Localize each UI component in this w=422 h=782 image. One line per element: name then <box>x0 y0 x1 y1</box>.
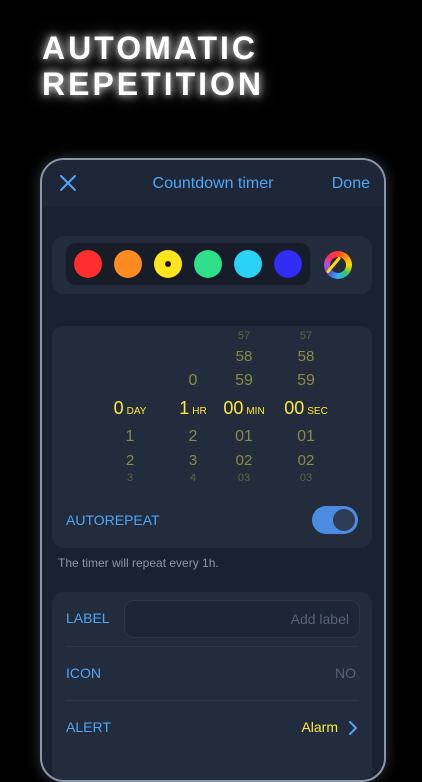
minute-unit: MIN <box>246 406 265 417</box>
icon-row-label: ICON <box>66 665 101 681</box>
app-window: Countdown timer Done 0 DAY 1 2 3 0 1HR 2… <box>40 158 386 782</box>
autorepeat-label: AUTOREPEAT <box>66 512 160 528</box>
day-unit: DAY <box>126 406 147 417</box>
day-below-2: 2 <box>125 452 135 469</box>
day-below-1: 1 <box>125 428 135 445</box>
color-swatch-cyan[interactable] <box>234 250 262 278</box>
headline-line-2: REPETITION <box>42 66 265 102</box>
second-unit: SEC <box>307 406 328 417</box>
alert-row-value[interactable]: Alarm <box>301 719 338 735</box>
hour-below-2: 3 <box>188 452 198 469</box>
minute-selected: 00 MIN <box>212 398 276 419</box>
icon-row-value[interactable]: NO <box>335 665 356 681</box>
minute-above-1: 59 <box>235 372 253 389</box>
headline: AUTOMATIC REPETITION <box>42 30 264 102</box>
autorepeat-toggle[interactable] <box>312 506 358 534</box>
minute-below-3: 03 <box>237 472 251 484</box>
color-swatch-row <box>66 243 310 285</box>
minute-value: 00 <box>223 398 244 418</box>
color-picker-card <box>52 236 372 294</box>
minute-below-2: 02 <box>235 452 253 469</box>
hour-above-1: 0 <box>188 372 198 389</box>
second-above-1: 59 <box>297 372 315 389</box>
label-input-placeholder: Add label <box>290 611 349 627</box>
divider <box>66 646 358 647</box>
color-swatch-blue[interactable] <box>274 250 302 278</box>
second-value: 00 <box>284 398 305 418</box>
done-button[interactable]: Done <box>332 175 370 193</box>
hour-below-1: 2 <box>188 428 198 445</box>
duration-picker-card: 0 DAY 1 2 3 0 1 HR 2 3 4 57 58 59 00 MIN 01… <box>52 326 372 548</box>
color-swatch-orange[interactable] <box>114 250 142 278</box>
color-swatch-red[interactable] <box>74 250 102 278</box>
day-value: 0 <box>113 398 124 418</box>
alert-row-label: ALERT <box>66 719 111 735</box>
hour-value: 1 <box>179 398 190 418</box>
color-swatch-green[interactable] <box>194 250 222 278</box>
label-row-label: LABEL <box>66 610 110 626</box>
navigation-bar: Countdown timer Done <box>42 160 384 206</box>
minute-above-3: 57 <box>237 330 251 342</box>
settings-card: LABEL Add label ICON NO ALERT Alarm <box>52 592 372 780</box>
second-below-2: 02 <box>297 452 315 469</box>
minute-below-1: 01 <box>235 428 253 445</box>
day-below-3: 3 <box>126 472 134 484</box>
hour-unit: HR <box>192 406 207 417</box>
label-input[interactable]: Add label <box>124 600 360 638</box>
second-below-1: 01 <box>297 428 315 445</box>
headline-line-1: AUTOMATIC <box>42 30 259 66</box>
second-above-2: 58 <box>297 348 315 365</box>
divider <box>66 700 358 701</box>
second-below-3: 03 <box>299 472 313 484</box>
toggle-knob <box>333 509 355 531</box>
hour-below-3: 4 <box>189 472 197 484</box>
hour-selected: 1 HR <box>168 398 218 419</box>
second-selected: 00 SEC <box>274 398 338 419</box>
color-wheel-icon[interactable] <box>324 251 352 279</box>
repeat-hint: The timer will repeat every 1h. <box>58 556 219 570</box>
chevron-right-icon[interactable] <box>348 721 358 735</box>
day-selected: 0 DAY <box>104 398 156 419</box>
color-swatch-yellow[interactable] <box>154 250 182 278</box>
minute-above-2: 58 <box>235 348 253 365</box>
second-above-3: 57 <box>299 330 313 342</box>
